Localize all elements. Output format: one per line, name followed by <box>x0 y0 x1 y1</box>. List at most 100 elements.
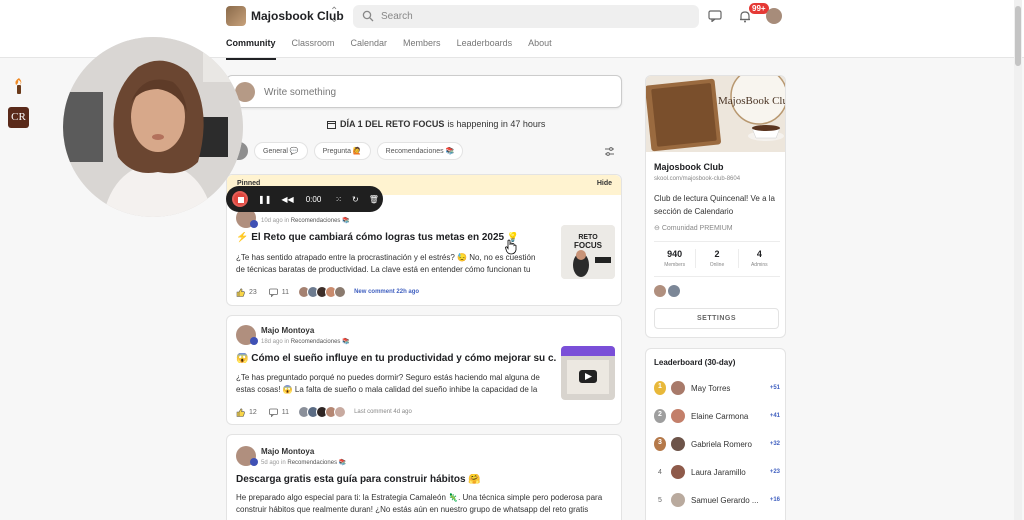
post-time: 18d ago <box>261 339 283 345</box>
stat-admins[interactable]: 4 Admins <box>737 249 780 268</box>
post-meta-in: in <box>281 460 286 466</box>
post-footer: 12 11 Last comment 4d ago <box>236 406 412 418</box>
stat-online[interactable]: 2 Online <box>695 249 737 268</box>
stat-value: 940 <box>667 249 683 259</box>
comment-icon[interactable] <box>268 408 278 417</box>
reto-focus-image: RETOFOCUS <box>561 225 615 279</box>
comment-count: 11 <box>281 288 290 296</box>
filter-recomendaciones[interactable]: Recomendaciones 📚 <box>376 142 464 160</box>
restart-icon[interactable]: ↻ <box>352 195 359 204</box>
tab-members[interactable]: Members <box>403 38 441 60</box>
post-title[interactable]: 😱 Cómo el sueño influye en tu productivi… <box>236 353 556 364</box>
page-scrollbar[interactable] <box>1014 0 1022 520</box>
tab-calendar[interactable]: Calendar <box>351 38 388 60</box>
comment-icon[interactable] <box>268 288 278 297</box>
stat-label: Online <box>709 262 725 268</box>
event-banner[interactable]: DÍA 1 DEL RETO FOCUS is happening in 47 … <box>327 119 545 129</box>
like-icon[interactable] <box>236 287 245 297</box>
avatar <box>671 493 685 507</box>
leaderboard-title[interactable]: Leaderboard (30-day) <box>654 358 735 367</box>
club-switcher-icon[interactable]: ⌃ ⌄ <box>330 7 338 25</box>
stat-value: 4 <box>756 249 762 259</box>
club-logo[interactable] <box>226 6 246 26</box>
user-avatar[interactable] <box>766 8 782 24</box>
commenter-avatar <box>334 286 347 298</box>
hide-button[interactable]: Hide <box>597 180 612 187</box>
activity-status[interactable]: New comment 22h ago <box>354 289 419 295</box>
tab-community[interactable]: Community <box>226 38 276 60</box>
club-privacy-label: Comunidad PREMIUM <box>661 225 733 232</box>
rewind-icon[interactable]: ◀◀ <box>281 195 293 204</box>
post-thumbnail[interactable]: RETO FOCUS <box>561 225 615 279</box>
like-icon[interactable] <box>236 407 245 417</box>
trash-icon[interactable]: 🗑 <box>369 195 379 204</box>
chat-icon[interactable] <box>708 10 722 22</box>
filter-pregunta[interactable]: Pregunta 🙋 <box>313 142 371 160</box>
tab-classroom[interactable]: Classroom <box>292 38 335 60</box>
leaderboard-row[interactable]: 5 Samuel Gerardo ... +16 <box>654 492 780 508</box>
leaderboard-name: Laura Jaramillo <box>691 467 746 477</box>
leaderboard-row[interactable]: 2 Elaine Carmona +41 <box>654 408 780 424</box>
leaderboard-row[interactable]: 1 May Torres +51 <box>654 380 780 396</box>
feed-post[interactable]: Majo Montoya 18d ago in Recomendaciones … <box>226 315 622 425</box>
post-thumbnail[interactable] <box>561 346 615 400</box>
search-input[interactable]: Search <box>353 5 699 28</box>
torch-icon[interactable] <box>12 77 26 95</box>
club-stats: 940 Members 2 Online 4 Admins <box>654 249 780 268</box>
post-meta: 18d ago in Recomendaciones 📚 <box>261 338 350 345</box>
filter-settings-icon[interactable] <box>604 146 615 157</box>
scrollbar-thumb[interactable] <box>1015 6 1021 66</box>
grid-icon[interactable]: ⁙ <box>335 195 342 204</box>
tab-about[interactable]: About <box>528 38 552 60</box>
pause-icon[interactable]: ❚❚ <box>258 195 271 204</box>
cover-title: MajosBook Club <box>718 95 786 107</box>
bell-icon[interactable] <box>739 10 751 23</box>
club-url[interactable]: skool.com/majosbook-club-8604 <box>654 176 740 182</box>
composer-placeholder: Write something <box>264 87 337 98</box>
admin-avatar[interactable] <box>654 285 666 297</box>
post-body: ¿Te has preguntado porqué no puedes dorm… <box>236 373 540 394</box>
leaderboard-row[interactable]: 4 Laura Jaramillo +23 <box>654 464 780 480</box>
post-body: He preparado algo especial para ti: la E… <box>236 493 603 514</box>
activity-status: Last comment 4d ago <box>354 409 412 415</box>
like-count: 23 <box>249 288 257 296</box>
event-title[interactable]: DÍA 1 DEL RETO FOCUS <box>340 119 444 129</box>
post-category[interactable]: Recomendaciones 📚 <box>291 339 350 345</box>
level-badge <box>250 337 258 345</box>
admin-avatar[interactable] <box>668 285 680 297</box>
post-title[interactable]: Descarga gratis esta guía para construir… <box>236 474 616 485</box>
post-footer: 23 11 New comment 22h ago <box>236 286 419 298</box>
community-shortcut-icon[interactable]: CR <box>8 107 29 128</box>
admin-avatars <box>654 285 680 297</box>
stop-recording-button[interactable] <box>232 191 248 207</box>
feed-post[interactable]: Majo Montoya 5d ago in Recomendaciones 📚… <box>226 434 622 520</box>
post-author[interactable]: Majo Montoya <box>261 447 314 456</box>
leaderboard-row[interactable]: 3 Gabriela Romero +32 <box>654 436 780 452</box>
stop-icon <box>238 197 244 203</box>
leaderboard-name: May Torres <box>691 383 731 393</box>
stat-members[interactable]: 940 Members <box>654 249 695 268</box>
club-card-name: Majosbook Club <box>654 162 724 172</box>
post-meta-in: in <box>284 339 290 345</box>
settings-button[interactable]: SETTINGS <box>654 308 779 329</box>
commenter-avatars <box>298 286 347 298</box>
post-author[interactable]: Majo Montoya <box>261 326 314 335</box>
tab-leaderboards[interactable]: Leaderboards <box>457 38 513 60</box>
leaderboard-name: Gabriela Romero <box>691 439 752 449</box>
recording-time: 0:00 <box>305 194 322 204</box>
stat-label: Admins <box>750 262 768 268</box>
comment-count: 11 <box>281 408 290 416</box>
leaderboard-points: +51 <box>769 385 780 391</box>
filter-general[interactable]: General 💬 <box>254 142 308 160</box>
rank-number: 5 <box>658 496 662 504</box>
leaderboard-points: +41 <box>769 413 780 419</box>
divider <box>654 276 780 277</box>
stat-value: 2 <box>714 249 720 259</box>
post-category[interactable]: Recomendaciones 📚 <box>287 460 346 466</box>
post-composer[interactable]: Write something <box>226 75 622 108</box>
post-time: 10d ago <box>261 218 283 224</box>
level-badge <box>250 458 258 466</box>
post-category[interactable]: Recomendaciones 📚 <box>291 218 350 224</box>
calendar-icon <box>327 120 336 129</box>
event-time: is happening in 47 hours <box>447 119 546 129</box>
